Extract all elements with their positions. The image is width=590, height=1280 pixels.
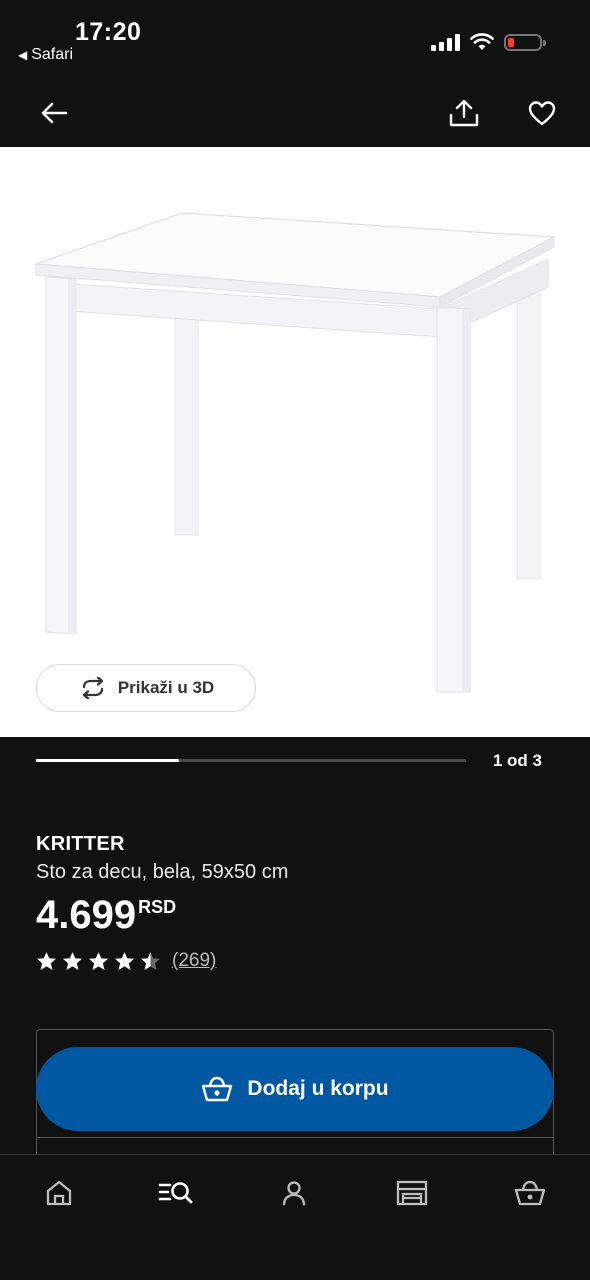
basket-icon <box>202 1076 233 1102</box>
home-icon <box>46 1180 72 1206</box>
star-icon <box>89 952 108 970</box>
battery-icon <box>504 33 546 51</box>
price-amount: 4.699 <box>36 893 137 937</box>
star-icon <box>141 952 160 970</box>
purchase-panel-divider <box>36 1137 554 1138</box>
add-to-cart-button[interactable]: Dodaj u korpu <box>36 1047 554 1131</box>
star-icon <box>37 952 56 970</box>
table-illustration <box>35 212 557 693</box>
back-triangle-icon: ◀ <box>18 48 28 62</box>
product-name: KRITTER <box>36 833 125 855</box>
cellular-signal-icon <box>431 33 460 51</box>
carousel-progress-bar <box>36 759 466 762</box>
product-price: 4.699 RSD <box>36 893 176 937</box>
product-rating[interactable]: (269) <box>36 950 216 972</box>
wifi-icon <box>470 33 494 50</box>
bottom-tab-bar <box>0 1154 590 1280</box>
user-icon <box>282 1181 306 1206</box>
heart-icon <box>528 101 556 126</box>
back-app-label: Safari <box>31 46 74 63</box>
search-list-icon <box>158 1182 193 1204</box>
back-button[interactable] <box>34 93 74 133</box>
view-3d-label: Prikaži u 3D <box>117 678 215 697</box>
review-count-link[interactable]: (269) <box>172 950 216 972</box>
top-navbar <box>0 80 590 147</box>
back-to-app-link[interactable]: ◀ Safari <box>18 46 73 64</box>
share-button[interactable] <box>444 93 484 133</box>
star-icon <box>63 952 82 970</box>
tab-store[interactable] <box>392 1175 432 1211</box>
price-currency: RSD <box>138 897 177 917</box>
tab-cart[interactable] <box>510 1175 550 1211</box>
share-icon <box>449 99 479 127</box>
image-page-indicator: 1 od 3 <box>492 751 542 770</box>
favorite-button[interactable] <box>522 93 562 133</box>
add-to-cart-label: Dodaj u korpu <box>247 1077 389 1100</box>
store-icon <box>396 1180 428 1206</box>
rotate-icon <box>82 677 103 699</box>
status-bar: 17:20 ◀ Safari <box>0 0 590 80</box>
product-description: Sto za decu, bela, 59x50 cm <box>36 861 289 883</box>
tab-account[interactable] <box>274 1175 314 1211</box>
arrow-left-icon <box>41 102 68 124</box>
product-image[interactable]: Prikaži u 3D <box>0 147 590 737</box>
status-icons <box>431 33 546 51</box>
basket-icon <box>514 1180 546 1206</box>
star-icon <box>115 952 134 970</box>
carousel-progress-fill <box>36 759 180 762</box>
tab-search[interactable] <box>156 1175 196 1211</box>
view-3d-button[interactable]: Prikaži u 3D <box>36 664 256 712</box>
tab-home[interactable] <box>39 1175 79 1211</box>
status-time: 17:20 <box>75 18 142 46</box>
rating-stars <box>36 951 161 971</box>
